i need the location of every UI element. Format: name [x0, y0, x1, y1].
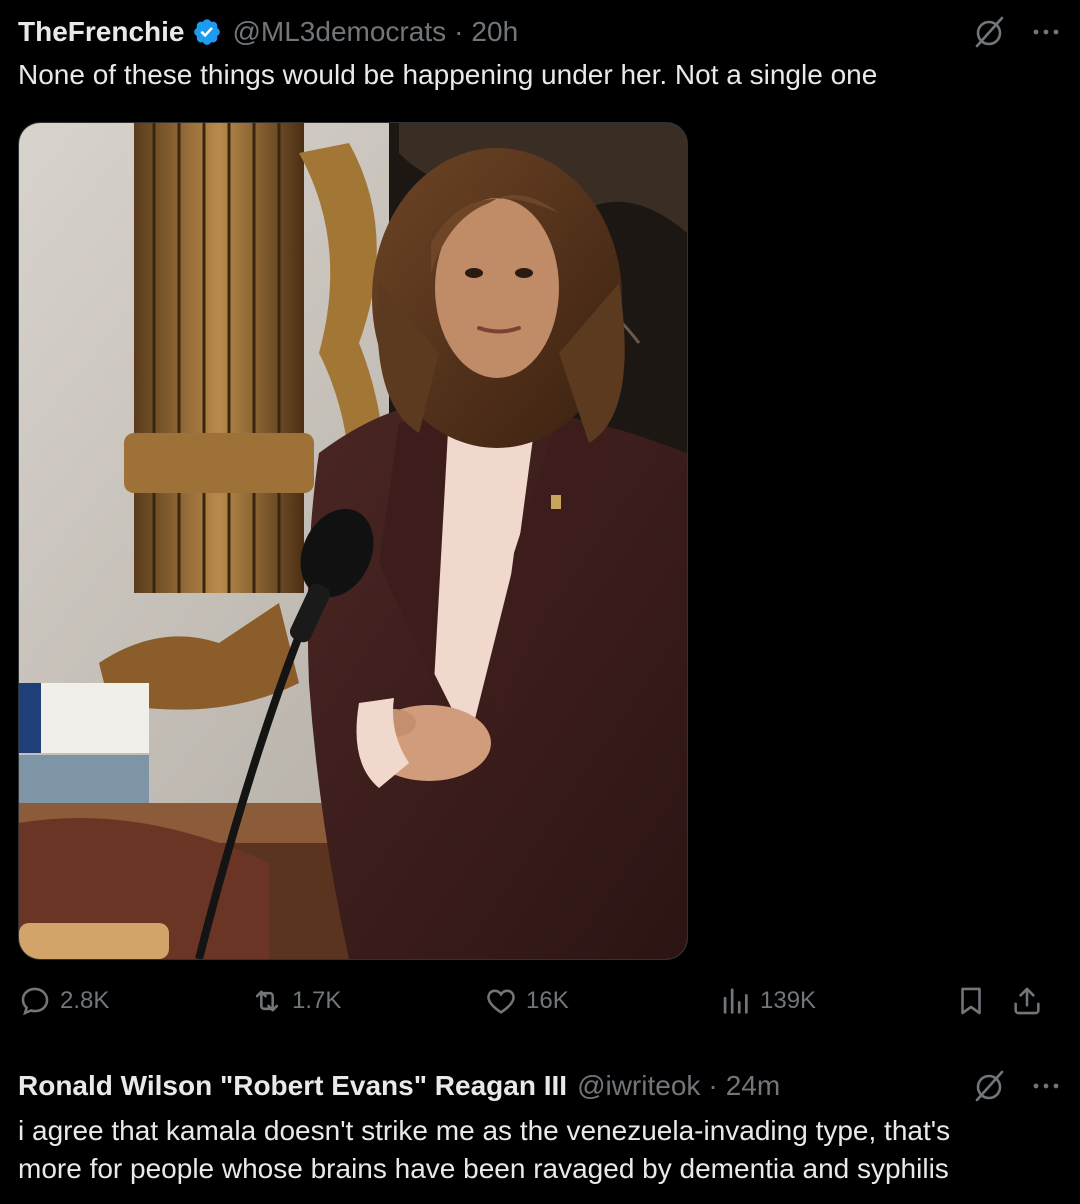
separator-dot: · — [708, 1070, 718, 1101]
like-count: 16K — [526, 987, 569, 1014]
repost-icon — [255, 990, 279, 1012]
like-icon — [487, 989, 515, 1014]
grok-icon[interactable] — [970, 1067, 1008, 1105]
author-name[interactable]: TheFrenchie — [18, 16, 184, 48]
post-photo[interactable] — [18, 122, 688, 960]
post-text: None of these things would be happening … — [18, 59, 878, 90]
post-header: TheFrenchie @ML3democrats · 20h None of … — [18, 12, 1062, 94]
author-name[interactable]: Ronald Wilson "Robert Evans" Reagan III — [18, 1070, 567, 1102]
grok-icon[interactable] — [970, 13, 1008, 51]
post-time[interactable]: 20h — [471, 16, 518, 48]
reply-icon — [21, 987, 49, 1016]
bookmark-icon — [961, 987, 981, 1015]
like-button[interactable]: 16K — [484, 984, 569, 1018]
post-text-line-2: more for people whose brains have been r… — [18, 1153, 949, 1184]
more-options-icon[interactable] — [1030, 16, 1062, 48]
views-icon — [723, 988, 748, 1014]
share-button[interactable] — [1010, 984, 1044, 1018]
verified-badge-icon[interactable] — [192, 17, 222, 47]
photo-illustration — [19, 123, 687, 959]
views-button[interactable]: 139K — [718, 984, 816, 1018]
reply-button[interactable]: 2.8K — [18, 984, 109, 1018]
repost-count: 1.7K — [292, 987, 342, 1014]
author-handle[interactable]: @ML3democrats — [232, 16, 446, 48]
reply-count: 2.8K — [60, 987, 110, 1014]
repost-button[interactable]: 1.7K — [250, 984, 341, 1018]
view-count: 139K — [760, 987, 817, 1014]
post-action-bar: 2.8K 1.7K 16K 139K — [18, 980, 1062, 1024]
post-text-line-1: i agree that kamala doesn't strike me as… — [18, 1115, 951, 1146]
separator-dot: · — [454, 16, 464, 47]
post-time[interactable]: 24m — [726, 1070, 780, 1102]
bookmark-button[interactable] — [954, 984, 988, 1018]
reply-post: Ronald Wilson "Robert Evans" Reagan III … — [18, 1066, 1062, 1188]
author-handle[interactable]: @iwriteok — [577, 1070, 700, 1102]
more-options-icon[interactable] — [1030, 1070, 1062, 1102]
share-icon — [1014, 987, 1040, 1015]
